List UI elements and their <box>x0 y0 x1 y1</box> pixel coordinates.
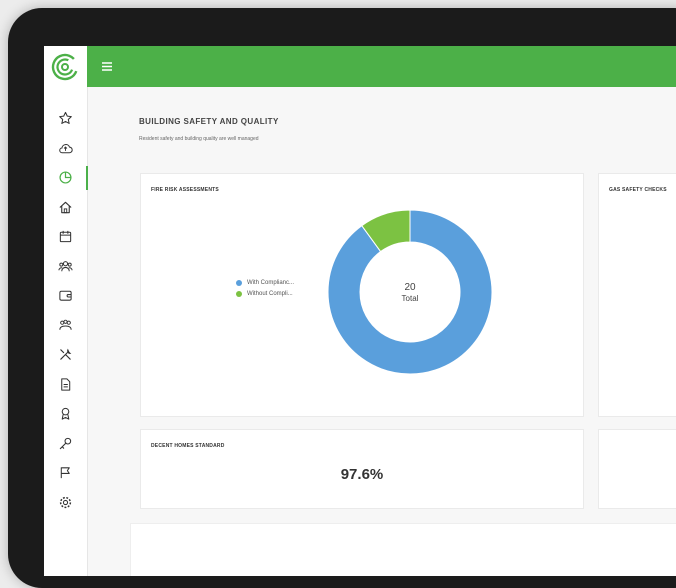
sidebar-item-residents[interactable] <box>44 252 87 282</box>
wallet-icon <box>59 291 72 301</box>
star-icon <box>59 112 72 125</box>
total-label: Total <box>401 293 419 303</box>
section-subtitle: Resident safety and building quality are… <box>139 136 259 142</box>
empty-card <box>598 429 676 509</box>
section-title: BUILDING SAFETY AND QUALITY <box>139 117 279 126</box>
sidebar-item-finance[interactable] <box>44 281 87 311</box>
card-title: FIRE RISK ASSESSMENTS <box>151 187 219 193</box>
sidebar-item-favourites[interactable] <box>44 104 87 134</box>
sidebar-item-compliance[interactable] <box>44 399 87 429</box>
sidebar-item-dashboard[interactable] <box>44 134 87 164</box>
decent-homes-card: DECENT HOMES STANDARD 97.6% <box>140 429 584 509</box>
users-icon <box>58 260 73 272</box>
cloud-icon <box>59 143 73 153</box>
sidebar-item-properties[interactable] <box>44 193 87 223</box>
tablet-frame: BUILDING SAFETY AND QUALITY Resident saf… <box>8 8 676 588</box>
legend-item-with-compliance[interactable]: With Complianc... <box>236 277 294 288</box>
legend-label: Without Compli... <box>247 290 293 297</box>
document-icon <box>61 378 71 391</box>
sidebar-item-repairs[interactable] <box>44 340 87 370</box>
legend-item-without-compliance[interactable]: Without Compli... <box>236 288 294 299</box>
chart-legend: With Complianc... Without Compli... <box>236 277 294 299</box>
legend-label: With Complianc... <box>247 279 295 286</box>
hamburger-icon <box>102 61 112 71</box>
home-icon <box>59 201 72 213</box>
card-title: DECENT HOMES STANDARD <box>151 443 225 449</box>
tools-icon <box>60 348 72 360</box>
chart-icon <box>59 171 72 184</box>
sidebar-item-calendar[interactable] <box>44 222 87 252</box>
sidebar-item-issues[interactable] <box>44 458 87 488</box>
total-value: 20 <box>404 281 416 293</box>
fire-risk-card: FIRE RISK ASSESSMENTS With Complianc... … <box>140 173 584 417</box>
sidebar-item-settings[interactable] <box>44 488 87 518</box>
app-logo[interactable] <box>50 52 80 82</box>
sidebar-item-access[interactable] <box>44 429 87 459</box>
main-content: BUILDING SAFETY AND QUALITY Resident saf… <box>87 87 676 576</box>
calendar-icon <box>59 231 72 243</box>
top-bar <box>87 46 676 87</box>
gas-safety-card: GAS SAFETY CHECKS <box>598 173 676 417</box>
donut-center: 20 Total <box>327 209 493 375</box>
sidebar-item-reports[interactable] <box>44 163 88 193</box>
sidebar-item-community[interactable] <box>44 311 87 341</box>
key-icon <box>59 437 72 449</box>
settings-icon <box>59 496 72 508</box>
sidebar <box>44 46 88 576</box>
menu-button[interactable] <box>99 58 115 74</box>
legend-dot <box>236 279 242 286</box>
card-title: GAS SAFETY CHECKS <box>609 187 667 193</box>
flag-icon <box>60 467 70 479</box>
legend-dot <box>236 290 242 297</box>
certificate-icon <box>61 408 70 420</box>
app-screen: BUILDING SAFETY AND QUALITY Resident saf… <box>44 46 676 576</box>
sidebar-nav <box>44 104 88 518</box>
community-icon <box>59 319 72 330</box>
sidebar-item-documents[interactable] <box>44 370 87 400</box>
lower-section <box>130 523 676 576</box>
decent-homes-value: 97.6% <box>340 466 384 483</box>
